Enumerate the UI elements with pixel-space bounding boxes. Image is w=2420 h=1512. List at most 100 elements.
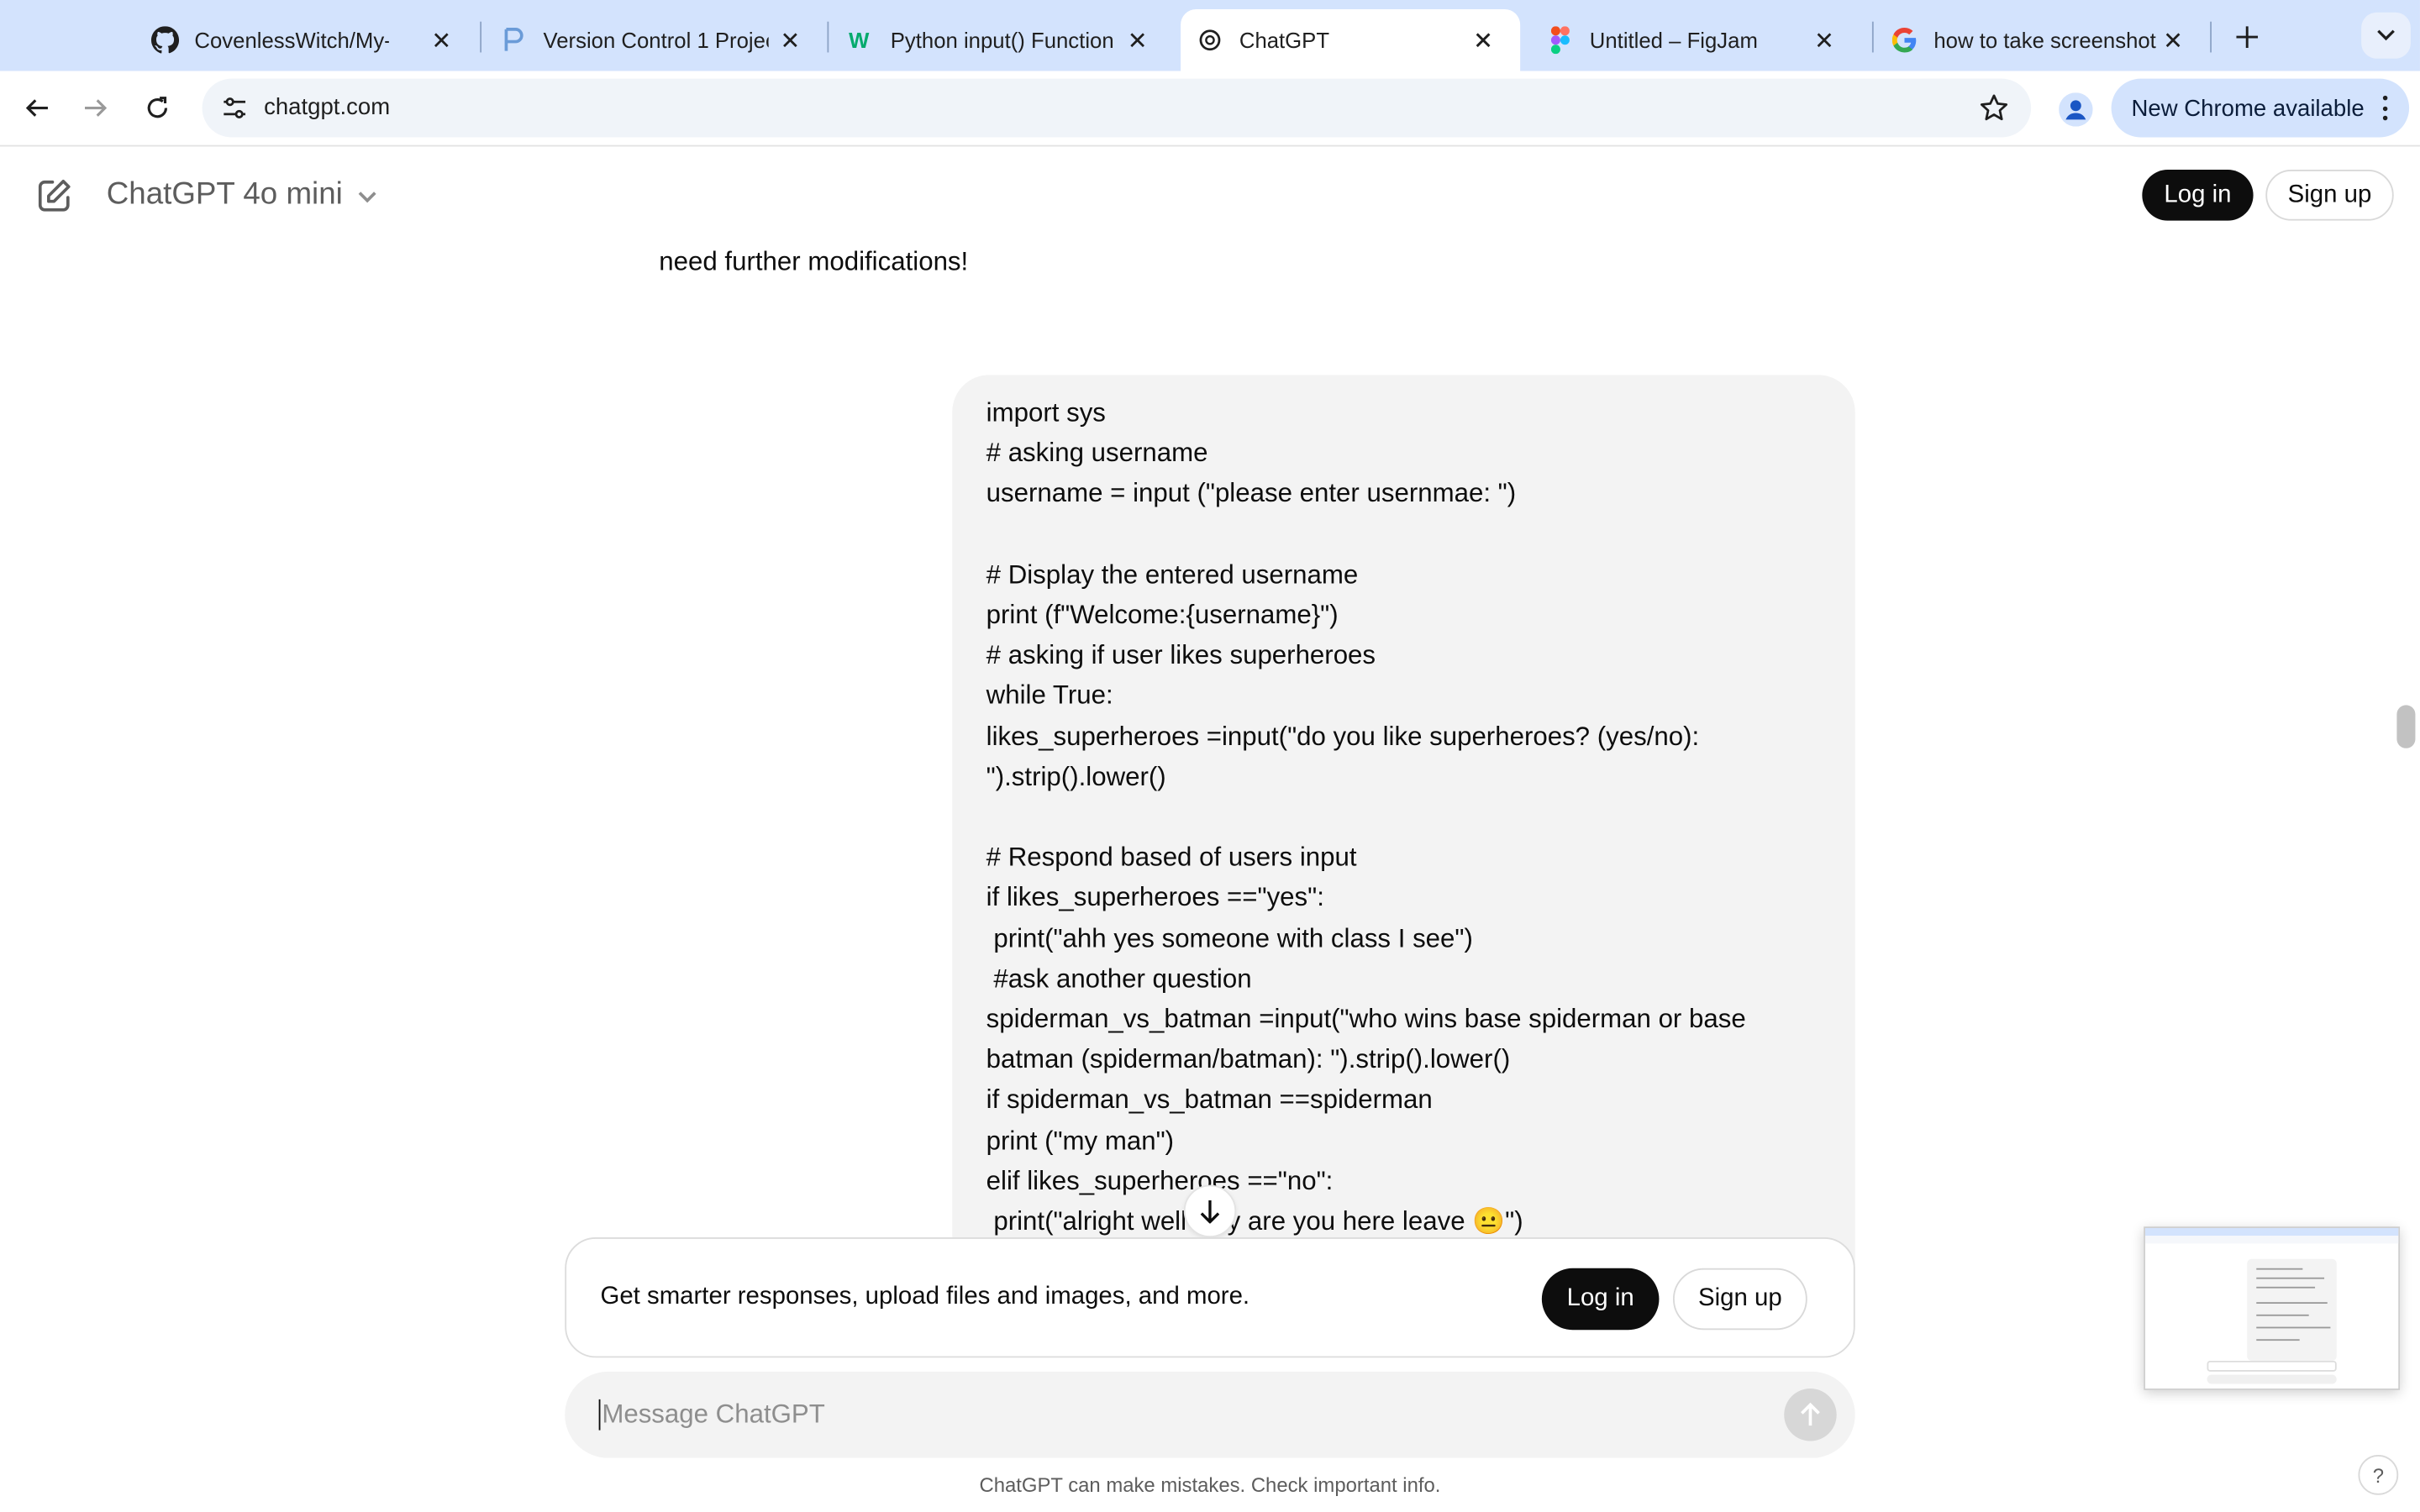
close-icon[interactable] [1468,24,1499,55]
edit-icon [38,179,71,212]
code-line: elif likes_superheroes =="no": [986,1166,1334,1196]
tab-title: ChatGPT [1239,28,1330,53]
code-line: username = input ("please enter usernmae… [986,479,1517,509]
code-line: print ("my man") [986,1126,1175,1155]
thumbnail-card [2207,1360,2337,1372]
arrow-up-icon [1801,1402,1820,1426]
plus-icon [2236,26,2259,48]
code-line: batman (spiderman/batman): ").strip().lo… [986,1044,1511,1074]
screenshot-thumbnail[interactable] [2144,1226,2401,1390]
code-line: print (f"Welcome:{username}") [986,600,1339,630]
chrome-update-label: New Chrome available [2131,94,2365,122]
tab-version-control[interactable]: Version Control 1 Project [463,9,827,71]
w3schools-icon: W [847,26,875,54]
thumbnail-line [2256,1314,2309,1316]
browser-window: CovenlessWitch/My-Boo Version Control 1 … [0,0,2420,1512]
tab-title: how to take screenshot [1933,28,2156,53]
tab-chatgpt[interactable]: ChatGPT [1181,9,1521,71]
tab-figjam[interactable]: Untitled – FigJam [1509,9,1861,71]
thumbnail-line [2256,1286,2316,1289]
tab-github[interactable]: CovenlessWitch/My-Boo [114,9,478,71]
composer-placeholder[interactable]: Message ChatGPT [602,1399,825,1431]
thumbnail-toolbar [2145,1236,2399,1244]
assistant-message-tail: need further modifications! [659,246,969,276]
thumbnail-line [2256,1268,2303,1270]
help-button[interactable]: ? [2358,1455,2399,1495]
google-icon [1891,26,1918,54]
page-header: ChatGPT 4o mini Log in Sign up [0,146,2420,243]
thumbnail-line [2256,1326,2331,1329]
github-icon [150,26,180,54]
forward-button[interactable] [74,87,117,129]
chrome-update-button[interactable]: New Chrome available [2111,78,2410,138]
tab-title: Untitled – FigJam [1589,28,1758,53]
code-line: while True: [986,680,1113,711]
close-icon[interactable] [775,24,806,55]
code-line: # Respond based of users input [986,843,1357,873]
chevron-down-icon [2377,29,2395,41]
thumbnail-line [2256,1302,2328,1305]
send-button[interactable] [1784,1389,1837,1441]
code-line: spiderman_vs_batman =input("who wins bas… [986,1004,1746,1034]
text-caret [598,1399,601,1431]
model-selector[interactable]: ChatGPT 4o mini [107,177,380,213]
code-line: # asking username [986,438,1208,468]
bookmark-star-icon[interactable] [1979,92,2010,123]
site-settings-icon[interactable] [214,88,255,129]
new-tab-button[interactable] [2226,15,2269,58]
back-button[interactable] [15,87,58,129]
figma-icon [1546,26,1574,55]
code-line: #ask another question [986,963,1252,994]
tab-title: Python input() Function [890,28,1114,53]
browser-toolbar: chatgpt.com New Chrome available [0,71,2420,145]
code-line: # Display the entered username [986,559,1359,590]
scroll-to-bottom-button[interactable] [1183,1184,1237,1238]
code-line: if likes_superheroes =="yes": [986,883,1324,913]
code-line: ").strip().lower() [986,761,1166,791]
upsell-signup-button[interactable]: Sign up [1672,1268,1807,1331]
code-line: print("alright well why are you here lea… [986,1206,1523,1236]
scrollbar-thumb[interactable] [2396,705,2416,748]
signup-button[interactable]: Sign up [2265,170,2394,221]
new-chat-button[interactable] [31,173,77,219]
user-message-bubble: import sys # asking username username = in… [952,375,1855,1301]
chevron-down-icon [358,191,376,202]
close-icon[interactable] [426,24,457,55]
profile-avatar-icon[interactable] [2055,90,2096,130]
reload-button[interactable] [136,87,179,129]
tab-separator [2210,21,2212,53]
code-line: if spiderman_vs_batman ==spiderman [986,1084,1433,1115]
user-message-text: import sys # asking username username = in… [986,393,1820,1242]
login-upsell-card: Get smarter responses, upload files and … [565,1237,1855,1358]
tab-python-input[interactable]: W Python input() Function [810,9,1174,71]
pluralsight-icon [500,26,528,54]
model-label: ChatGPT 4o mini [106,177,343,212]
arrow-left-icon [25,99,48,117]
disclaimer-text: ChatGPT can make mistakes. Check importa… [979,1473,1441,1497]
close-icon[interactable] [1809,24,1840,55]
address-bar[interactable]: chatgpt.com [202,78,2032,138]
tab-search-button[interactable] [2361,12,2411,59]
close-icon[interactable] [1122,24,1153,55]
login-button[interactable]: Log in [2142,170,2254,221]
tab-google-search[interactable]: how to take screenshot [1854,9,2210,71]
url-text[interactable]: chatgpt.com [264,94,390,120]
kebab-menu-icon[interactable] [2375,92,2394,123]
thumbnail-composer [2207,1374,2337,1384]
thumbnail-tabstrip [2145,1228,2399,1236]
upsell-login-button[interactable]: Log in [1541,1268,1660,1331]
tab-title: CovenlessWitch/My-Boo [194,28,389,53]
thumbnail-line [2256,1339,2300,1341]
code-line: print("ahh yes someone with class I see"… [986,923,1473,953]
svg-text:W: W [849,29,870,53]
arrow-right-icon [85,99,108,117]
code-line: likes_superheroes =input("do you like su… [986,721,1700,751]
tab-title: Version Control 1 Project [543,28,769,53]
reload-icon [147,97,168,118]
upsell-message: Get smarter responses, upload files and … [600,1284,1250,1310]
arrow-down-icon [1200,1200,1220,1224]
close-icon[interactable] [2158,24,2189,55]
message-composer[interactable]: Message ChatGPT [565,1371,1855,1458]
